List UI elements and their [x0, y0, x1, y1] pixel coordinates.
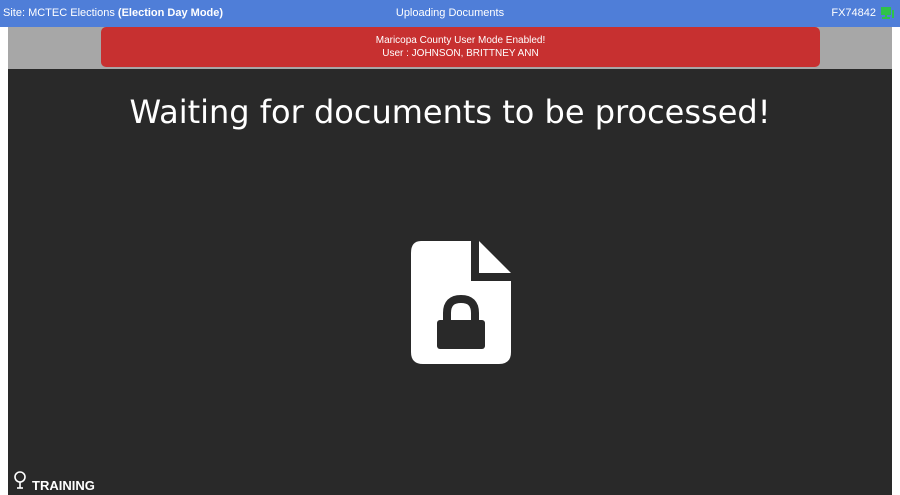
locked-document-icon: [411, 241, 511, 364]
user-mode-alert: Maricopa County User Mode Enabled! User …: [101, 27, 820, 67]
network-connected-icon: [881, 7, 894, 19]
screen-title: Uploading Documents: [395, 7, 505, 19]
main-panel: Waiting for documents to be processed! T…: [8, 69, 892, 495]
waiting-message: Waiting for documents to be processed!: [129, 93, 771, 131]
training-label: TRAINING: [32, 478, 95, 493]
alert-line-mode: Maricopa County User Mode Enabled!: [375, 35, 546, 46]
app-window: Site: MCTEC Elections (Election Day Mode…: [0, 0, 900, 495]
top-status-bar: Site: MCTEC Elections (Election Day Mode…: [0, 0, 900, 27]
device-id: FX74842: [831, 7, 876, 19]
lightbulb-icon: [14, 471, 26, 489]
alert-line-user: User : JOHNSON, BRITTNEY ANN: [382, 48, 539, 59]
training-indicator: TRAINING: [12, 471, 95, 493]
